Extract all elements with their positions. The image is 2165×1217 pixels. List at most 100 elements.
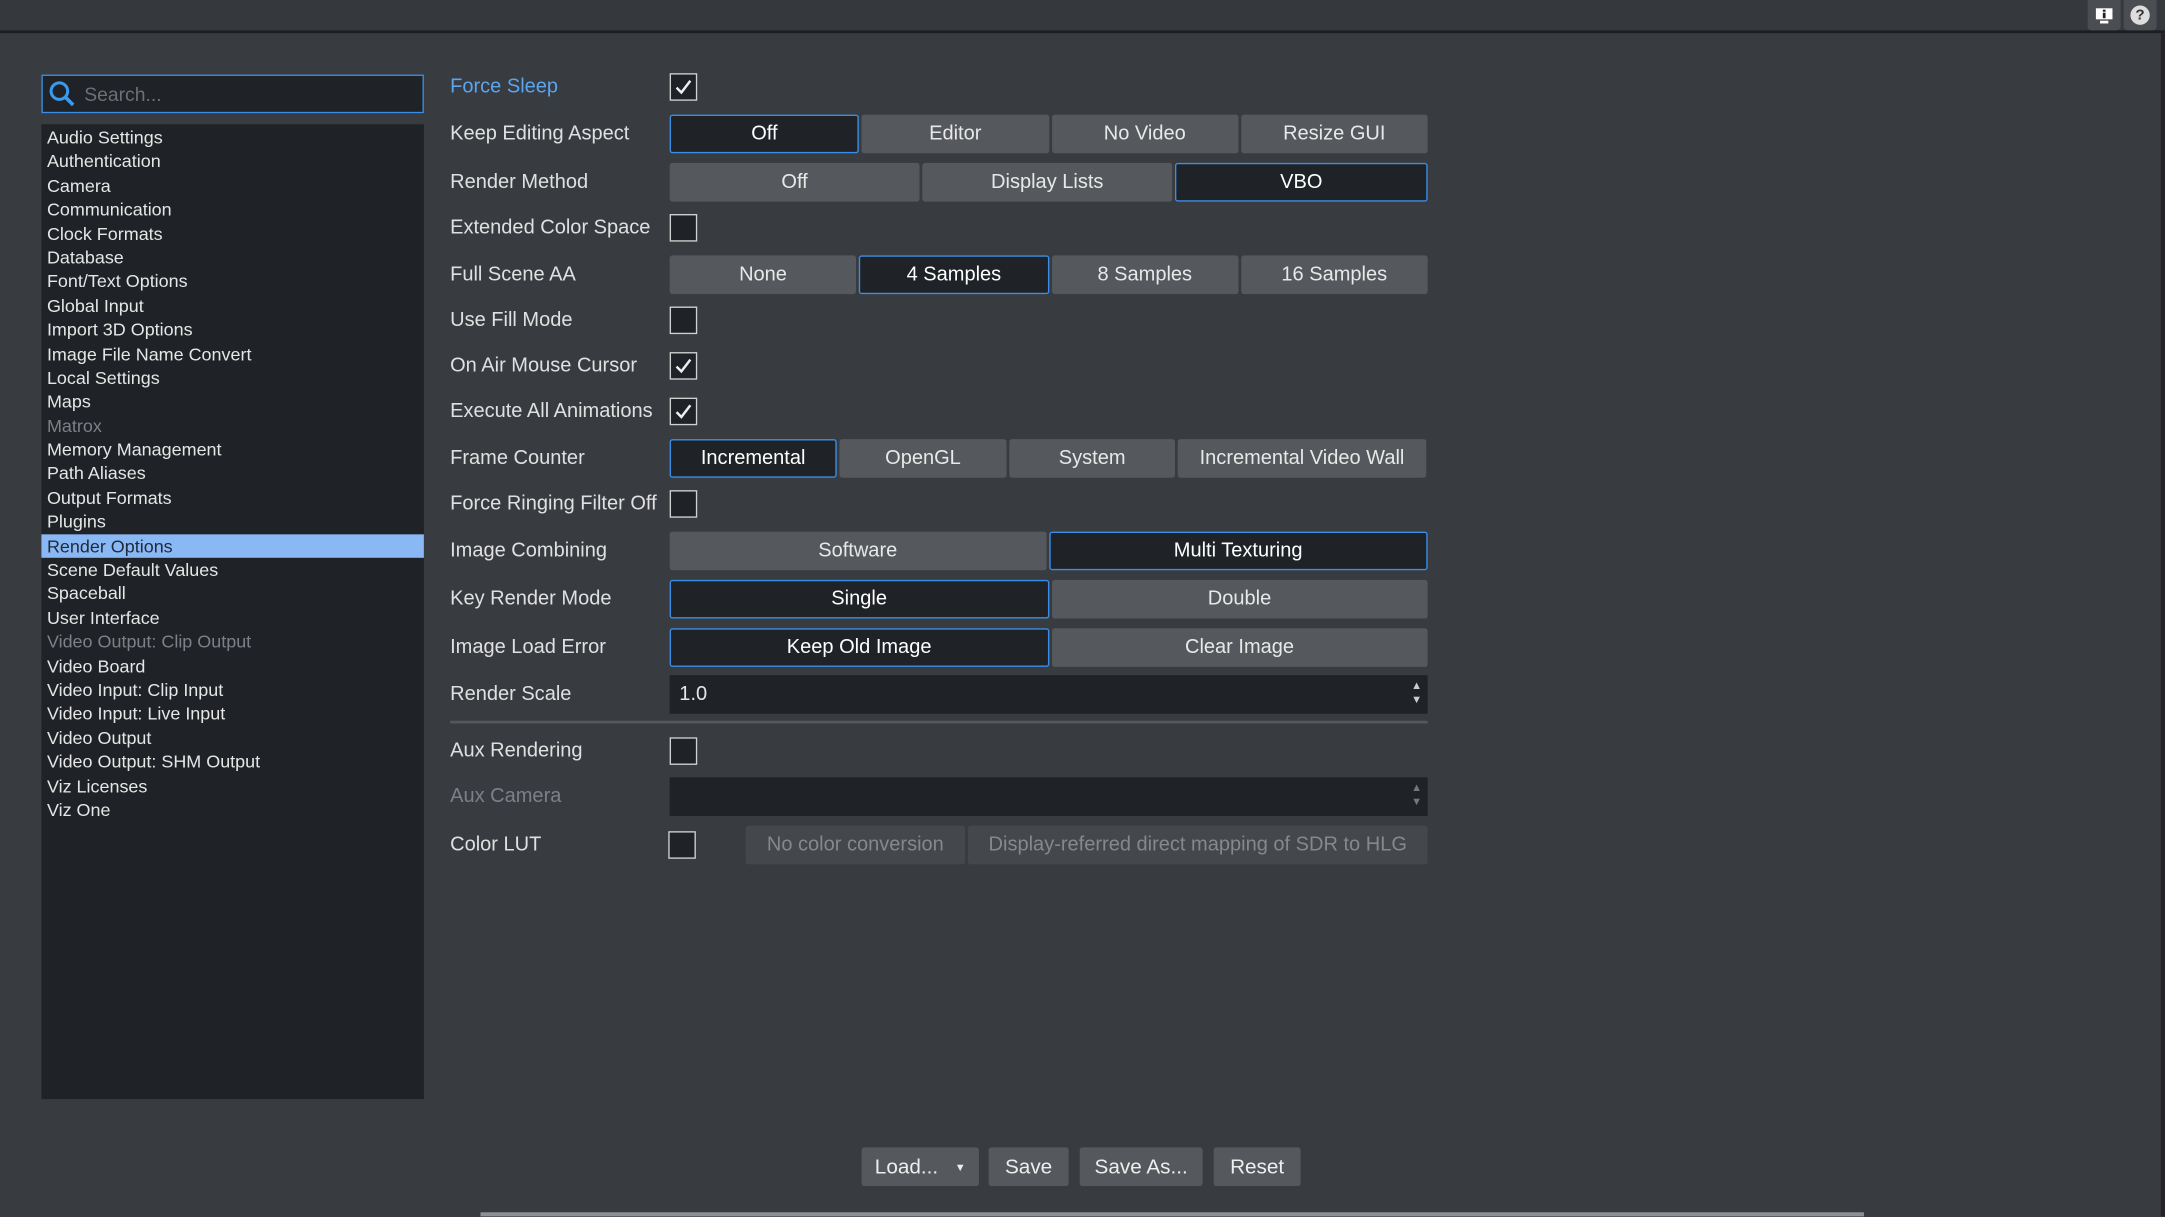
spin-up-icon[interactable]: ▲ [1411, 781, 1422, 795]
color-lut-checkbox[interactable] [668, 831, 696, 859]
render-scale-value: 1.0 [679, 683, 708, 706]
sidebar-item-local-settings[interactable]: Local Settings [41, 366, 423, 390]
execute-all-animations-checkbox[interactable] [669, 397, 698, 426]
spin-down-icon[interactable]: ▼ [1411, 795, 1422, 809]
sidebar-item-output-formats[interactable]: Output Formats [41, 486, 423, 510]
sidebar-item-scene-default-values[interactable]: Scene Default Values [41, 558, 423, 582]
sidebar-item-matrox[interactable]: Matrox [41, 414, 423, 438]
sidebar-item-image-file-name-convert[interactable]: Image File Name Convert [41, 342, 423, 366]
reset-button[interactable]: Reset [1213, 1147, 1301, 1187]
option-display-lists[interactable]: Display Lists [922, 162, 1173, 202]
top-bar: ? [0, 0, 2165, 34]
sidebar-item-font-text-options[interactable]: Font/Text Options [41, 270, 423, 294]
option-no-video[interactable]: No Video [1051, 114, 1239, 154]
setting-row-frame-counter: Frame Counter Incremental OpenGL System Incr… [450, 438, 1428, 479]
on-air-mouse-cursor-checkbox[interactable] [669, 352, 698, 380]
option-display-referred-direct-mapping-of-sdr-to-hlg[interactable]: Display-referred direct mapping of SDR t… [967, 825, 1428, 865]
save-as-button[interactable]: Save As... [1079, 1147, 1203, 1187]
setting-control: 1.0 ▲ ▼ [669, 675, 1428, 714]
sidebar-item-video-input-live-input[interactable]: Video Input: Live Input [41, 702, 423, 726]
option-off[interactable]: Off [669, 162, 920, 202]
render-scale-spinbox[interactable]: 1.0 ▲ ▼ [669, 675, 1428, 714]
spin-arrows[interactable]: ▲ ▼ [1411, 781, 1422, 809]
option-editor[interactable]: Editor [861, 114, 1049, 154]
sidebar-item-viz-one[interactable]: Viz One [41, 798, 423, 822]
load-button[interactable]: Load... ▼ [861, 1147, 979, 1187]
horizontal-scrollbar[interactable] [480, 1212, 1864, 1217]
setting-control [669, 392, 1428, 431]
aux-camera-spinbox[interactable]: ▲ ▼ [669, 777, 1428, 816]
sidebar-item-video-board[interactable]: Video Board [41, 654, 423, 678]
option-software[interactable]: Software [669, 531, 1046, 571]
spin-up-icon[interactable]: ▲ [1411, 679, 1422, 693]
sidebar-item-clock-formats[interactable]: Clock Formats [41, 222, 423, 246]
use-fill-mode-checkbox[interactable] [669, 306, 698, 335]
sidebar-item-memory-management[interactable]: Memory Management [41, 438, 423, 462]
setting-label: Force Ringing Filter Off [450, 492, 657, 516]
sidebar-item-viz-licenses[interactable]: Viz Licenses [41, 774, 423, 798]
sidebar-item-authentication[interactable]: Authentication [41, 150, 423, 174]
option-double[interactable]: Double [1051, 579, 1428, 619]
dropdown-arrow-icon: ▼ [954, 1160, 966, 1173]
sidebar-item-user-interface[interactable]: User Interface [41, 606, 423, 630]
option-16-samples[interactable]: 16 Samples [1240, 255, 1428, 295]
extended-color-space-checkbox[interactable] [669, 214, 698, 242]
search-input[interactable] [81, 81, 405, 107]
sidebar-item-plugins[interactable]: Plugins [41, 510, 423, 534]
option-keep-old-image[interactable]: Keep Old Image [669, 628, 1049, 667]
sidebar-item-camera[interactable]: Camera [41, 174, 423, 198]
option-no-color-conversion[interactable]: No color conversion [745, 825, 966, 865]
sidebar-item-path-aliases[interactable]: Path Aliases [41, 462, 423, 486]
option-4-samples[interactable]: 4 Samples [859, 255, 1049, 295]
sidebar-item-render-options[interactable]: Render Options [41, 533, 424, 558]
spin-down-icon[interactable]: ▼ [1411, 693, 1422, 707]
load-label: Load... [874, 1154, 939, 1179]
setting-control [669, 732, 1428, 771]
aux-rendering-checkbox[interactable] [669, 737, 698, 765]
setting-row-image-load-error: Image Load Error Keep Old Image Clear Imag… [450, 627, 1428, 668]
sidebar-item-communication[interactable]: Communication [41, 198, 423, 222]
option-clear-image[interactable]: Clear Image [1051, 628, 1428, 667]
sidebar-item-video-output-shm-output[interactable]: Video Output: SHM Output [41, 750, 423, 774]
option-multi-texturing[interactable]: Multi Texturing [1048, 531, 1428, 571]
sidebar-item-video-input-clip-input[interactable]: Video Input: Clip Input [41, 678, 423, 702]
sidebar-item-spaceball[interactable]: Spaceball [41, 582, 423, 606]
setting-label: Color LUT [450, 833, 542, 857]
settings-category-list[interactable]: Audio Settings Authentication Camera Commun… [41, 124, 424, 1100]
option-off[interactable]: Off [669, 114, 860, 154]
setting-control [669, 208, 1428, 247]
help-icon[interactable]: ? [2123, 0, 2157, 31]
save-button[interactable]: Save [988, 1147, 1069, 1187]
option-system[interactable]: System [1009, 439, 1175, 478]
setting-row-color-lut: Color LUT No color conversion Display-refe… [450, 824, 1428, 865]
option-8-samples[interactable]: 8 Samples [1051, 255, 1239, 295]
setting-row-on-air-mouse-cursor: On Air Mouse Cursor [450, 345, 1428, 386]
setting-control: Off Display Lists VBO [669, 162, 1428, 202]
sidebar-item-database[interactable]: Database [41, 246, 423, 270]
force-sleep-checkbox[interactable] [669, 73, 698, 101]
option-vbo[interactable]: VBO [1174, 162, 1428, 202]
option-incremental[interactable]: Incremental [669, 439, 837, 478]
option-opengl[interactable]: OpenGL [839, 439, 1007, 478]
setting-label: Aux Rendering [450, 740, 583, 763]
setting-label: On Air Mouse Cursor [450, 354, 638, 377]
option-none[interactable]: None [669, 255, 857, 295]
sidebar-item-import-3d-options[interactable]: Import 3D Options [41, 318, 423, 342]
sidebar-item-audio-settings[interactable]: Audio Settings [41, 126, 423, 150]
option-single[interactable]: Single [669, 579, 1049, 619]
setting-row-force-sleep: Force Sleep [450, 66, 1428, 107]
search-box[interactable] [41, 74, 424, 114]
setting-row-use-fill-mode: Use Fill Mode [450, 300, 1428, 341]
option-incremental-video-wall[interactable]: Incremental Video Wall [1177, 439, 1427, 478]
spin-arrows[interactable]: ▲ ▼ [1411, 679, 1422, 707]
setting-row-full-scene-aa: Full Scene AA None 4 Samples 8 Samples 16 Sa… [450, 254, 1428, 295]
sidebar-item-video-output[interactable]: Video Output [41, 726, 423, 750]
setting-row-aux-rendering: Aux Rendering [450, 730, 1428, 771]
monitor-info-icon[interactable] [2087, 0, 2121, 31]
option-resize-gui[interactable]: Resize GUI [1240, 114, 1428, 154]
sidebar-item-video-output-clip-output[interactable]: Video Output: Clip Output [41, 630, 423, 654]
setting-row-render-method: Render Method Off Display Lists VBO [450, 162, 1428, 203]
force-ringing-filter-off-checkbox[interactable] [669, 490, 698, 518]
sidebar-item-global-input[interactable]: Global Input [41, 294, 423, 318]
sidebar-item-maps[interactable]: Maps [41, 390, 423, 414]
